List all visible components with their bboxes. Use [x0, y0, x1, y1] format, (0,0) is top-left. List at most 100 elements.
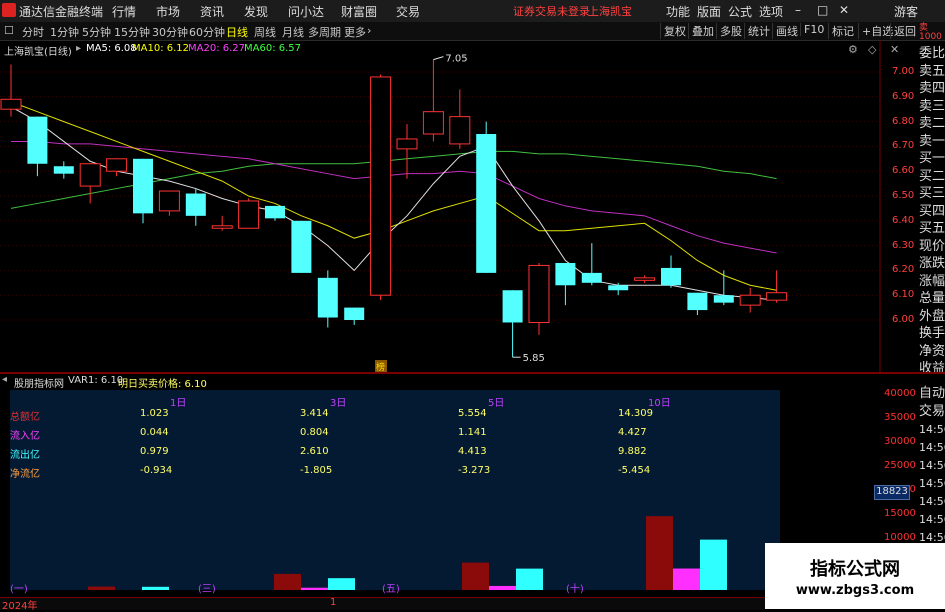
candle-body: [581, 272, 602, 283]
flow-bar: [274, 573, 301, 590]
period-tab-more[interactable]: 更多: [344, 24, 366, 40]
flow-value: 4.413: [458, 446, 487, 457]
legend-icon[interactable]: ▸: [76, 43, 81, 54]
stock-title: 上海凯宝(日线): [4, 47, 72, 58]
time-axis-month: 1: [330, 597, 337, 608]
menu-news[interactable]: 资讯: [200, 3, 224, 20]
flow-value: -5.454: [618, 465, 651, 476]
btn-overlay[interactable]: 叠加: [688, 23, 717, 39]
trade-time-label: 14:56: [919, 441, 945, 454]
flow-value: 5.554: [458, 408, 487, 419]
period-tab-weekly[interactable]: 周线: [254, 24, 276, 40]
flow-bar: [88, 586, 115, 590]
more-chevron-icon[interactable]: ›: [367, 24, 371, 37]
flow-bar: [646, 516, 673, 590]
candle-body: [79, 163, 101, 187]
candle-body: [291, 220, 312, 273]
flow-bar: [462, 562, 489, 590]
period-tab-daily[interactable]: 日线: [226, 24, 248, 40]
candle-body: [0, 98, 22, 110]
btn-back[interactable]: 返回: [890, 23, 919, 39]
btn-mark[interactable]: 标记: [828, 23, 857, 39]
period-tab-5min[interactable]: 5分钟: [82, 24, 111, 40]
period-tab-15min[interactable]: 15分钟: [114, 24, 150, 40]
app-logo-icon: [2, 3, 16, 17]
period-tab-30min[interactable]: 30分钟: [152, 24, 188, 40]
menu-quotes[interactable]: 行情: [112, 3, 136, 20]
indicator-next-price: 明日买卖价格: 6.10: [118, 379, 207, 390]
indicator-y-tick: 35000: [884, 412, 916, 423]
indicator-chevron-icon[interactable]: ◂: [2, 374, 7, 385]
flow-value: 3.414: [300, 408, 329, 419]
chart-close-icon[interactable]: ✕: [890, 43, 899, 56]
flow-value: 2.610: [300, 446, 329, 457]
quote-side-label: 收益: [919, 361, 945, 376]
btn-multi-stock[interactable]: 多股: [716, 23, 745, 39]
current-value-badge: 18823: [874, 485, 910, 500]
menu-ask[interactable]: 问小达: [288, 3, 324, 20]
ma5-legend: MA5: 6.08: [86, 43, 137, 54]
chart-settings-icon[interactable]: ⚙: [848, 43, 858, 56]
period-header-1d: 1日: [170, 398, 187, 409]
candle-body: [185, 193, 206, 216]
price-tick-label: 7.00: [892, 66, 915, 77]
time-axis: [0, 597, 765, 610]
chart-expand-icon[interactable]: ◇: [868, 43, 876, 56]
price-tick-label: 6.90: [892, 90, 915, 102]
flow-value: -1.805: [300, 465, 333, 476]
menu-formula[interactable]: 公式: [728, 3, 752, 20]
period-tab-1min[interactable]: 1分钟: [50, 24, 79, 40]
menu-market[interactable]: 市场: [156, 3, 180, 20]
flow-value: 9.882: [618, 446, 647, 457]
stock-name-header: 上海凯宝: [588, 5, 632, 18]
price-tick-label: 6.80: [892, 115, 915, 127]
menu-function[interactable]: 功能: [666, 3, 690, 20]
btn-adjust[interactable]: 复权: [660, 23, 689, 39]
indicator-y-tick: 25000: [884, 460, 916, 471]
menu-layout[interactable]: 版面: [697, 3, 721, 20]
candle-body: [555, 262, 576, 286]
candle-body: [106, 158, 128, 172]
period-tab-monthly[interactable]: 月线: [282, 24, 304, 40]
period-bottom-label: (五): [382, 584, 400, 595]
menu-trade[interactable]: 交易: [396, 3, 420, 20]
candle-body: [238, 200, 260, 229]
menu-discover[interactable]: 发现: [244, 3, 268, 20]
period-header-10d: 10日: [648, 398, 671, 409]
candle-body: [422, 111, 444, 135]
period-icon[interactable]: ☐: [4, 24, 14, 37]
indicator-title[interactable]: 股朋指标网: [14, 375, 64, 390]
candle-body: [634, 277, 656, 281]
flow-row-label: 流入亿: [10, 431, 40, 442]
close-icon[interactable]: ✕: [839, 3, 849, 17]
flow-value: 1.023: [140, 408, 169, 419]
flow-bar: [673, 568, 700, 590]
user-label[interactable]: 游客: [894, 3, 918, 20]
btn-draw[interactable]: 画线: [772, 23, 801, 39]
minimize-icon[interactable]: –: [795, 3, 801, 17]
login-warning[interactable]: 证券交易未登录: [513, 3, 590, 19]
flow-bar: [328, 578, 355, 590]
trade-time-label: 14:56: [919, 423, 945, 436]
btn-f10[interactable]: F10: [800, 23, 827, 36]
trade-time-label: 交易: [919, 404, 945, 419]
time-axis-year: 2024年: [2, 601, 38, 612]
period-tab-60min[interactable]: 60分钟: [189, 24, 225, 40]
candle-body: [53, 166, 74, 174]
menu-wealth[interactable]: 财富圈: [341, 3, 377, 20]
price-tick-label: 6.40: [892, 214, 915, 226]
trade-time-label: 14:56: [919, 513, 945, 526]
ma20-legend: MA20: 6.27: [188, 43, 246, 54]
btn-stats[interactable]: 统计: [744, 23, 773, 39]
maximize-icon[interactable]: □: [817, 3, 828, 17]
indicator-y-tick: 15000: [884, 508, 916, 519]
period-tab-multi[interactable]: 多周期: [308, 24, 341, 40]
candle-body: [344, 307, 365, 320]
trade-time-label: 自动: [919, 386, 945, 401]
period-header-3d: 3日: [330, 398, 347, 409]
flow-bar: [142, 586, 169, 590]
candlestick-chart[interactable]: 7.055.85榜: [0, 40, 918, 385]
menu-options[interactable]: 选项: [759, 3, 783, 20]
candle-body: [502, 290, 523, 323]
period-tab-intraday[interactable]: 分时: [22, 24, 44, 40]
